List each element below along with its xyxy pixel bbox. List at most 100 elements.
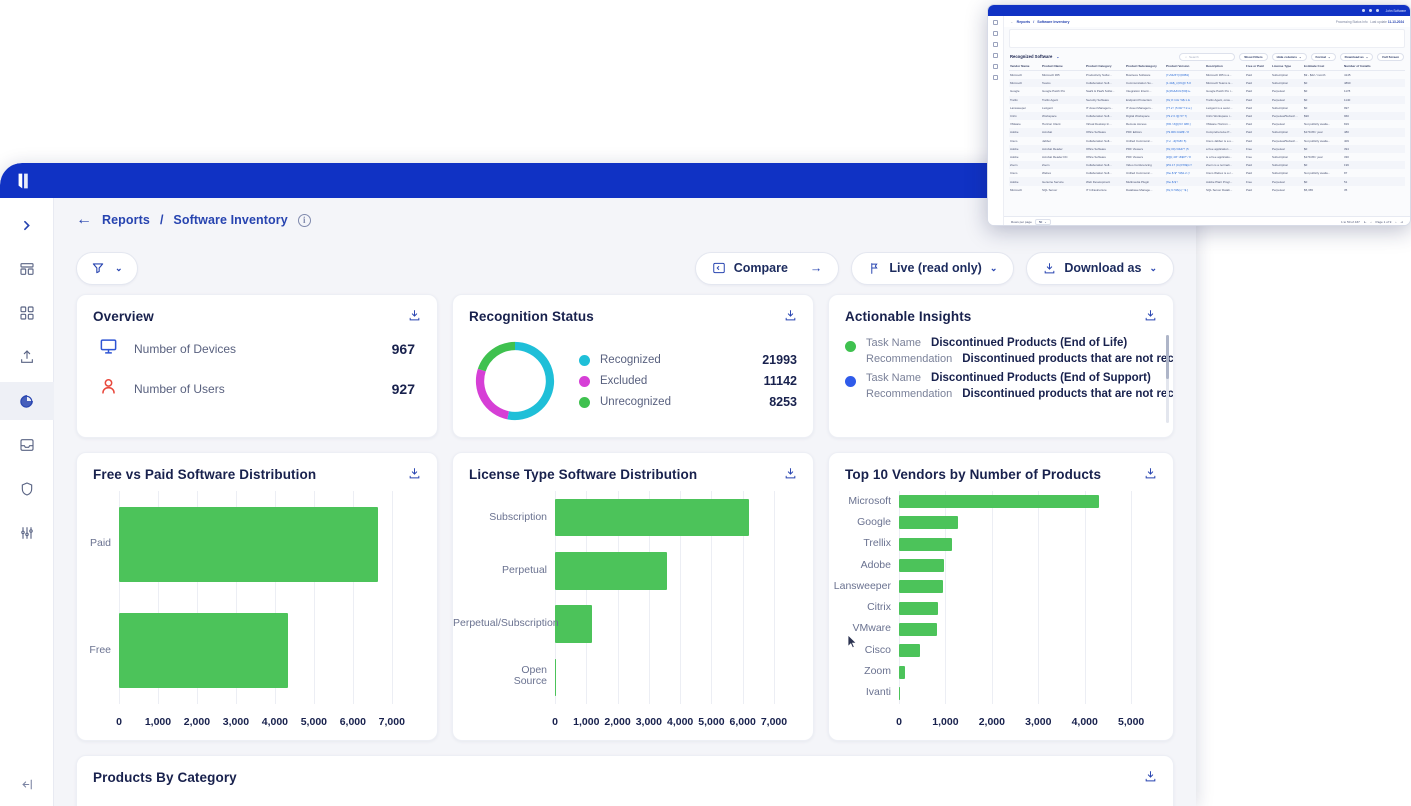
fw-table-cell: 35 [1344,187,1348,192]
sidebar-item-dashboard[interactable] [0,250,54,288]
fw-column-header[interactable]: Vendor Name [1009,64,1041,68]
fw-title-chevron-down-icon[interactable]: ⌄ [1056,55,1059,59]
fw-prev-page-button[interactable]: ‹ [1371,220,1372,224]
grid-line [1084,491,1086,704]
sidebar-expand-toggle[interactable] [0,206,54,244]
sidebar-collapse-button[interactable] [0,777,54,792]
sidebar-item-deploy[interactable] [0,338,54,376]
table-row[interactable]: Adobe Acrobat Reader Office Software PDF Vi… [1009,144,1405,153]
table-row[interactable]: Citrix Workspace Collaboration Soft... Digi… [1009,111,1405,121]
floating-report-window[interactable]: John Software ← Reports / Software Inven… [987,4,1411,226]
sidebar-item-apps[interactable] [0,294,54,332]
live-readonly-button[interactable]: Live (read only) ⌄ [851,251,1015,285]
bar[interactable] [899,559,944,573]
sidebar-item-reports[interactable] [0,382,54,420]
bar[interactable] [899,580,944,594]
table-row[interactable]: Google Google Patch Pro SaaS & PaaS Softw.… [1009,87,1405,95]
fw-table-cell: Cisco Jabber is a u... [1206,138,1234,143]
bar[interactable] [119,506,379,582]
bar[interactable] [899,495,1099,509]
table-row[interactable]: Adobe Acrobat Office Software PDF Editors [7… [1009,128,1405,137]
fw-table-cell: 51 [1344,179,1348,184]
bar[interactable] [899,622,938,636]
sidebar-item-security[interactable] [0,470,54,508]
back-button[interactable]: ← [76,212,92,228]
fw-column-header[interactable]: Product Subcategory [1125,64,1165,68]
fw-first-page-button[interactable]: ⇤ [1364,220,1367,224]
table-row[interactable]: Microsoft Microsoft 365 Productivity Softw… [1009,71,1405,79]
bar[interactable] [899,665,905,679]
info-icon[interactable]: i [297,213,311,227]
list-item[interactable]: Task Name Discontinued Products (End of … [845,372,1173,400]
sidebar-item-settings[interactable] [0,514,54,552]
bar[interactable] [899,537,953,551]
fw-hide-columns-button[interactable]: Hide columns ⌄ [1271,52,1307,61]
sidebar-item-inbox[interactable] [0,426,54,464]
fw-show-filters-button[interactable]: Show Filters [1239,52,1268,61]
bar[interactable] [899,644,920,658]
table-row[interactable]: Microsoft Teams Collaboration Soft... Commu… [1009,79,1405,88]
top-vendors-download-icon[interactable] [1144,467,1157,485]
bar[interactable] [555,552,667,590]
bar[interactable] [899,686,901,700]
fw-column-header[interactable]: Estimate Cost [1303,64,1343,68]
legend-value: 11142 [763,374,797,388]
fw-column-header[interactable]: Description [1205,64,1245,68]
overview-download-icon[interactable] [408,309,421,327]
breadcrumb-parent[interactable]: Reports [102,213,150,227]
axis-tick-label: 0 [896,716,902,728]
table-row[interactable]: Adobe Genuine Service Web Development Multi… [1009,177,1405,186]
fw-sidebar-icon[interactable] [993,20,998,25]
fw-column-header[interactable]: Product Category [1085,64,1125,68]
fw-last-page-button[interactable]: ⇥ [1400,220,1403,224]
bar[interactable] [555,658,557,696]
bar[interactable] [119,613,288,689]
fw-table-cell: Perpetual/Subscri... [1272,138,1298,143]
recognition-download-icon[interactable] [784,309,797,327]
fw-rows-per-page-select[interactable]: 50 ⌄ [1034,219,1051,225]
table-row[interactable]: Trellix Trellix Agent Security Software End… [1009,95,1405,104]
fw-sidebar-icon[interactable] [993,64,998,69]
fw-back-icon[interactable]: ← [1010,20,1014,24]
products-by-category-download-icon[interactable] [1144,770,1157,788]
table-row[interactable]: Cisco Webex Collaboration Soft... Unified C… [1009,169,1405,177]
breadcrumb-current[interactable]: Software Inventory [173,213,287,227]
bar[interactable] [899,516,958,530]
bar[interactable] [555,605,592,643]
list-item[interactable]: Task Name Discontinued Products (End of … [845,337,1173,365]
table-row[interactable]: VMware Horizon Client Virtual Desktop In..… [1009,120,1405,128]
fw-sidebar-icon[interactable] [993,53,998,58]
fw-column-header[interactable]: Number of Installs [1343,64,1373,68]
fw-column-header[interactable]: License Type [1271,64,1303,68]
table-row[interactable]: Cisco Jabber Collaboration Soft... Unified … [1009,137,1405,145]
fw-download-as-button[interactable]: Download as ⌄ [1339,52,1374,61]
filter-button[interactable]: ⌄ [76,251,138,285]
insights-scrollbar[interactable] [1166,335,1169,423]
fw-sidebar-icon[interactable] [993,31,998,36]
license-type-download-icon[interactable] [784,467,797,485]
fw-column-header[interactable]: Product Version [1165,64,1205,68]
fw-full-screen-button[interactable]: Full Screen [1377,52,1404,61]
table-row[interactable]: Zoom Zoom Collaboration Soft... Video Confe… [1009,161,1405,170]
fw-search-input[interactable]: ⌕ Search [1179,52,1236,61]
fw-sidebar-icon[interactable] [993,75,998,80]
fw-next-page-button[interactable]: › [1395,220,1396,224]
fw-column-header[interactable]: Product Name [1041,64,1085,68]
bar[interactable] [899,601,938,615]
table-row[interactable]: Lansweeper LsAgent IT Asset Managem... IT A… [1009,104,1405,112]
fw-table-cell: 480 [1344,130,1349,135]
table-row[interactable]: Adobe Acrobat Reader DC Office Software PDF… [1009,153,1405,161]
compare-button[interactable]: Compare → [694,251,840,285]
table-row[interactable]: Microsoft SQL Server IT Infrastructure Data… [1009,186,1405,194]
download-as-button[interactable]: Download as ⌄ [1026,251,1174,285]
fw-column-header[interactable]: Free or Paid [1245,64,1271,68]
free-vs-paid-download-icon[interactable] [408,467,421,485]
fw-breadcrumb-parent[interactable]: Reports [1017,20,1031,24]
insights-download-icon[interactable] [1144,309,1157,327]
fw-table-cell: Paid [1246,89,1252,94]
bar[interactable] [555,498,749,537]
fw-breadcrumb-current[interactable]: Software Inventory [1037,20,1069,24]
fw-format-button[interactable]: Format ⌄ [1310,52,1336,61]
fw-sidebar-icon[interactable] [993,42,998,47]
app-logo-icon[interactable] [14,170,36,192]
